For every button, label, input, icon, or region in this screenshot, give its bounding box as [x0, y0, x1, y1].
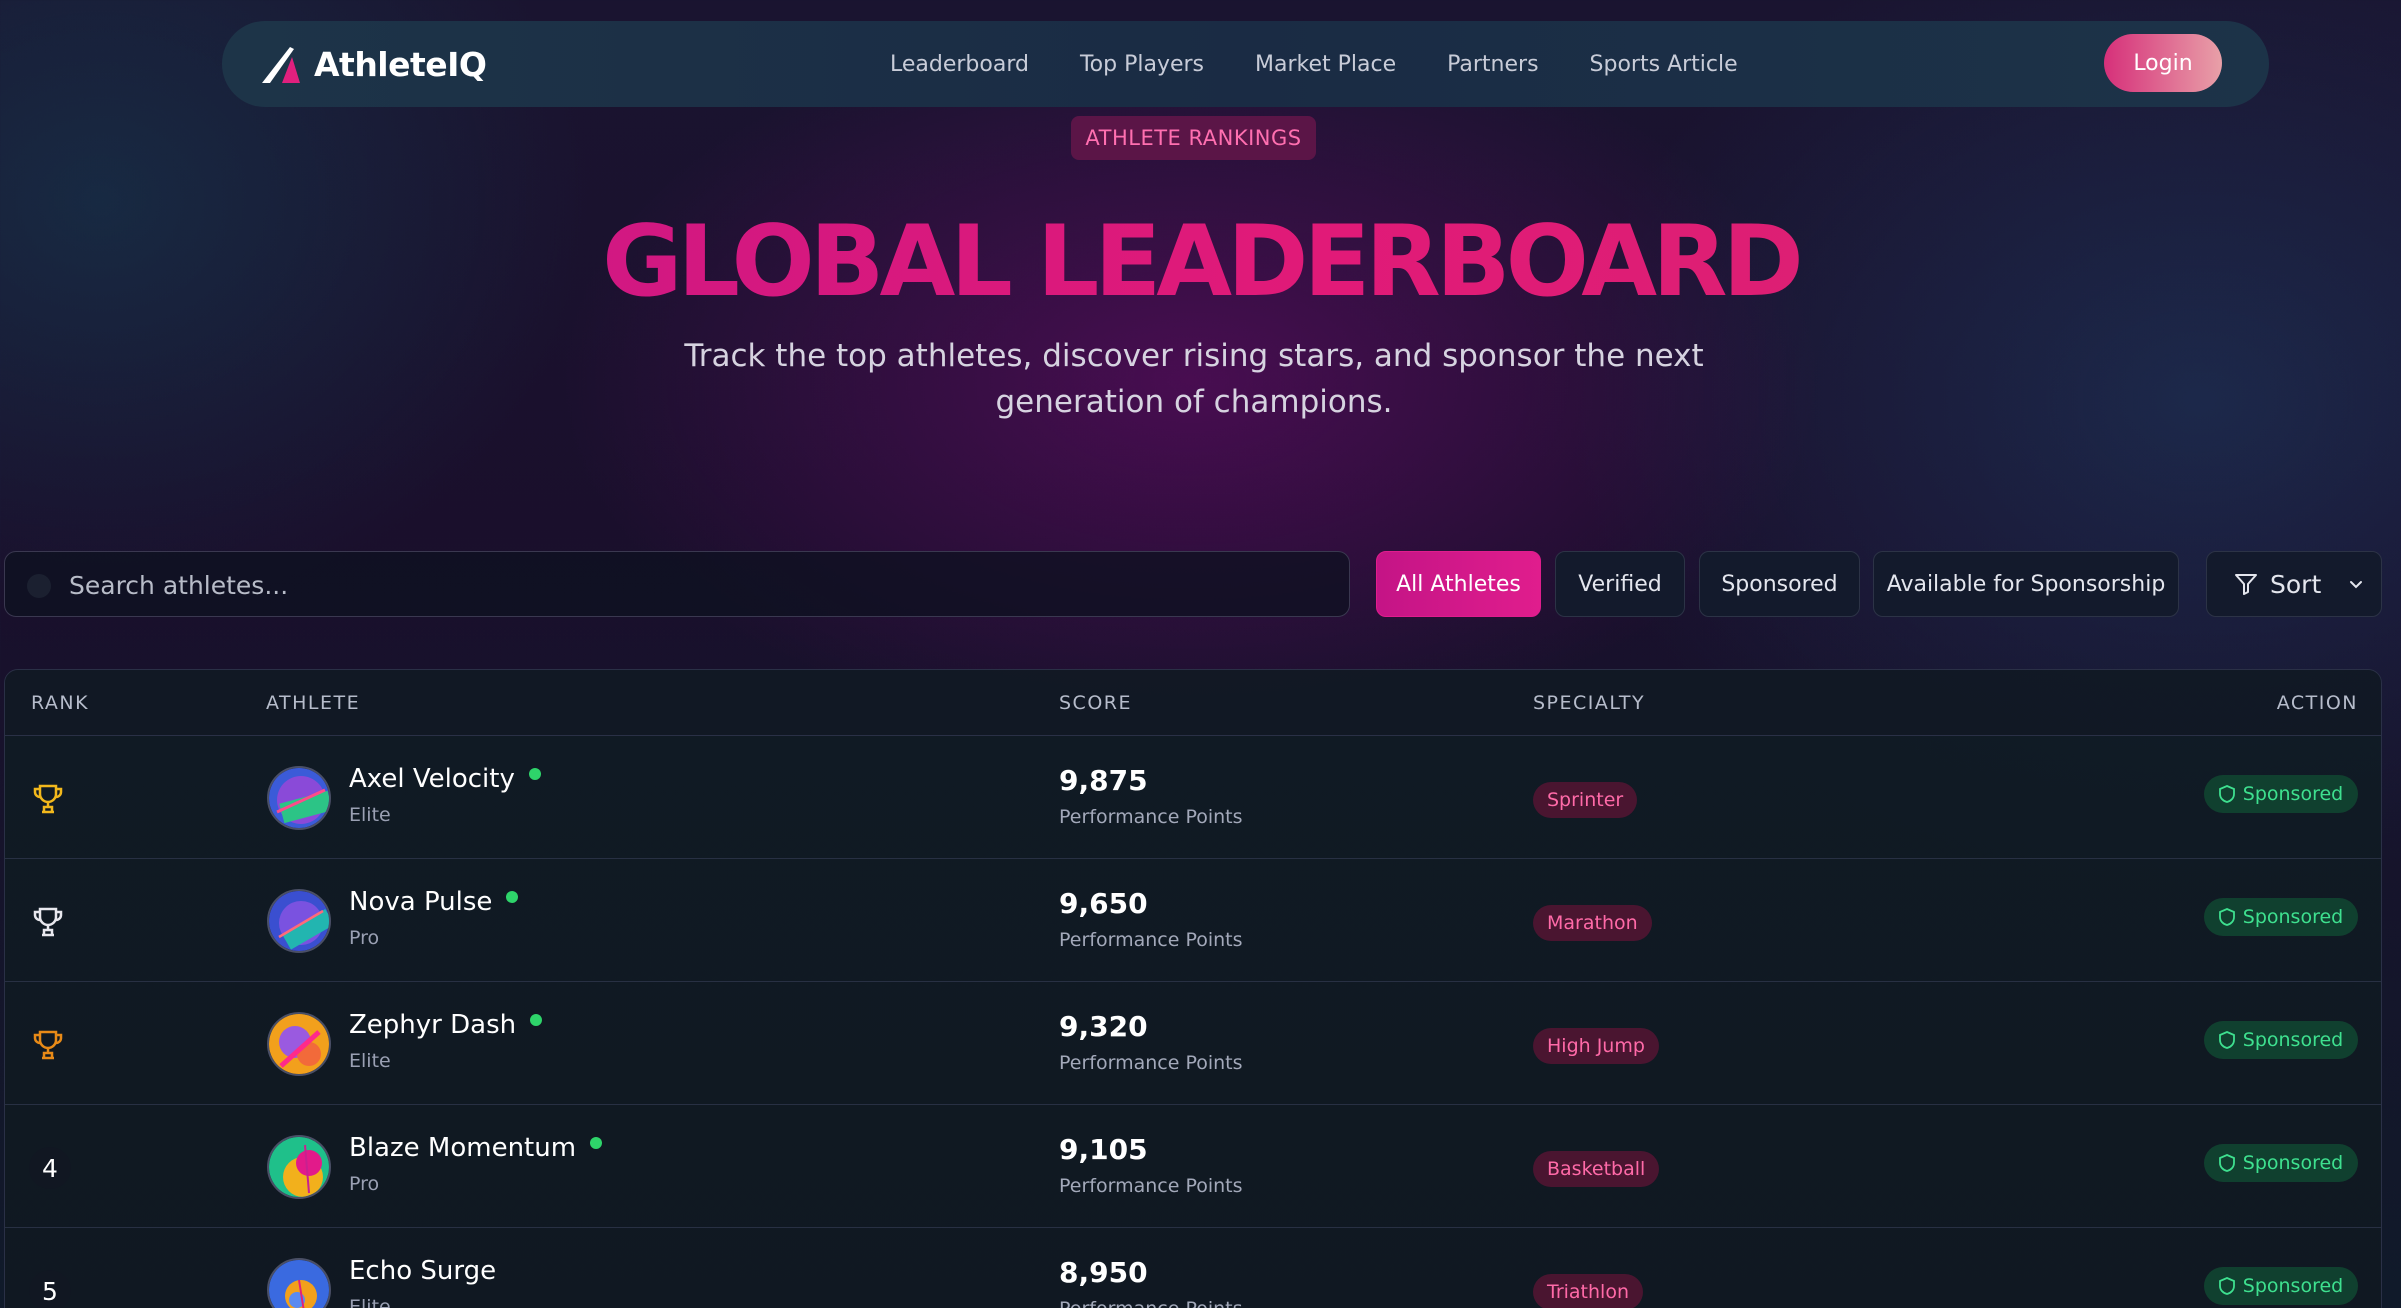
table-row[interactable]: Nova Pulse Pro 9,650 Performance Points … [5, 859, 2381, 982]
sponsored-button[interactable]: Sponsored [2204, 1144, 2358, 1182]
athlete-name-row[interactable]: Nova Pulse [349, 887, 519, 917]
filter-all-athletes[interactable]: All Athletes [1376, 551, 1541, 617]
column-specialty: SPECIALTY [1533, 692, 1646, 714]
specialty-tag: Marathon [1533, 905, 1652, 941]
top-navbar: AthleteIQ Leaderboard Top Players Market… [222, 21, 2269, 107]
trophy-gold-icon [33, 784, 63, 814]
nav-market-place[interactable]: Market Place [1255, 52, 1396, 77]
athlete-name-row[interactable]: Axel Velocity [349, 764, 541, 794]
filter-funnel-icon [2235, 574, 2257, 595]
column-action: ACTION [2276, 692, 2358, 714]
score-unit: Performance Points [1059, 1298, 1243, 1308]
athlete-name-row[interactable]: Blaze Momentum [349, 1133, 603, 1163]
sponsored-button[interactable]: Sponsored [2204, 1267, 2358, 1305]
filter-available-for-sponsorship[interactable]: Available for Sponsorship [1873, 551, 2179, 617]
table-header: RANK ATHLETE SCORE SPECIALTY ACTION [5, 670, 2381, 736]
online-indicator [528, 768, 541, 780]
trophy-silver-icon [33, 907, 63, 937]
shield-icon [2218, 908, 2235, 926]
chevron-down-icon [2350, 581, 2363, 589]
action-label: Sponsored [2242, 783, 2344, 805]
athlete-tier: Pro [349, 927, 380, 949]
specialty-tag: Basketball [1533, 1151, 1660, 1187]
athlete-tier: Elite [349, 1296, 391, 1308]
action-label: Sponsored [2242, 1275, 2344, 1297]
athlete-name: Zephyr Dash [349, 1010, 517, 1040]
nav-top-players[interactable]: Top Players [1080, 52, 1204, 77]
column-rank: RANK [31, 692, 90, 714]
athlete-score: 9,650 [1059, 887, 1148, 920]
shield-icon [2218, 785, 2235, 803]
shield-icon [2218, 1154, 2235, 1172]
action-label: Sponsored [2242, 1029, 2344, 1051]
brand-name: AthleteIQ [314, 44, 487, 84]
login-button[interactable]: Login [2104, 34, 2222, 92]
search-input[interactable]: Search athletes... [69, 552, 288, 618]
action-label: Sponsored [2242, 1152, 2344, 1174]
online-indicator [590, 1137, 603, 1149]
sort-button[interactable]: Sort [2206, 551, 2382, 617]
shield-icon [2218, 1277, 2235, 1295]
score-unit: Performance Points [1059, 1052, 1243, 1074]
score-unit: Performance Points [1059, 1175, 1243, 1197]
trophy-bronze-icon [33, 1030, 63, 1060]
avatar [267, 1258, 331, 1308]
page-title: GLOBAL LEADERBOARD [0, 205, 2401, 319]
rank-number: 4 [29, 1147, 71, 1189]
avatar [267, 889, 331, 953]
athlete-score: 8,950 [1059, 1256, 1148, 1289]
sort-label: Sort [2270, 569, 2322, 599]
logo-mark-icon [262, 47, 300, 83]
search-box[interactable]: Search athletes... [4, 551, 1350, 617]
athlete-tier: Elite [349, 804, 391, 826]
athlete-name: Blaze Momentum [349, 1133, 577, 1163]
nav-leaderboard[interactable]: Leaderboard [890, 52, 1029, 77]
athlete-score: 9,105 [1059, 1133, 1148, 1166]
athlete-score: 9,875 [1059, 764, 1148, 797]
sponsored-button[interactable]: Sponsored [2204, 898, 2358, 936]
athlete-score: 9,320 [1059, 1010, 1148, 1043]
action-label: Sponsored [2242, 906, 2344, 928]
athlete-tier: Pro [349, 1173, 380, 1195]
table-row[interactable]: 5 Echo Surge Elite 8,950 Performance Poi… [5, 1228, 2381, 1308]
brand-logo[interactable]: AthleteIQ [260, 43, 487, 85]
shield-icon [2218, 1031, 2235, 1049]
athlete-name-row[interactable]: Zephyr Dash [349, 1010, 543, 1040]
nav-partners[interactable]: Partners [1447, 52, 1538, 77]
filter-verified[interactable]: Verified [1555, 551, 1685, 617]
avatar [267, 766, 331, 830]
specialty-tag: Sprinter [1533, 782, 1638, 818]
score-unit: Performance Points [1059, 806, 1243, 828]
column-score: SCORE [1059, 692, 1132, 714]
specialty-tag: High Jump [1533, 1028, 1659, 1064]
section-badge: ATHLETE RANKINGS [1071, 116, 1316, 160]
specialty-tag: Triathlon [1533, 1274, 1643, 1308]
online-indicator [506, 891, 519, 903]
athlete-name: Nova Pulse [349, 887, 493, 917]
avatar [267, 1012, 331, 1076]
table-row[interactable]: Axel Velocity Elite 9,875 Performance Po… [5, 736, 2381, 859]
avatar [267, 1135, 331, 1199]
main-nav: Leaderboard Top Players Market Place Par… [890, 21, 1789, 107]
sponsored-button[interactable]: Sponsored [2204, 775, 2358, 813]
rank-number: 5 [29, 1270, 71, 1308]
search-icon [27, 574, 51, 598]
athlete-name-row[interactable]: Echo Surge [349, 1256, 496, 1286]
nav-sports-article[interactable]: Sports Article [1590, 52, 1738, 77]
sponsored-button[interactable]: Sponsored [2204, 1021, 2358, 1059]
leaderboard-table: RANK ATHLETE SCORE SPECIALTY ACTION Axel… [4, 669, 2382, 1308]
page-subtitle: Track the top athletes, discover rising … [684, 338, 1704, 420]
online-indicator [530, 1014, 543, 1026]
column-athlete: ATHLETE [266, 692, 361, 714]
athlete-name: Echo Surge [349, 1256, 497, 1286]
score-unit: Performance Points [1059, 929, 1243, 951]
table-row[interactable]: 4 Blaze Momentum Pro 9,105 Performance P… [5, 1105, 2381, 1228]
athlete-name: Axel Velocity [349, 764, 515, 794]
athlete-tier: Elite [349, 1050, 391, 1072]
table-row[interactable]: Zephyr Dash Elite 9,320 Performance Poin… [5, 982, 2381, 1105]
filter-sponsored[interactable]: Sponsored [1699, 551, 1860, 617]
